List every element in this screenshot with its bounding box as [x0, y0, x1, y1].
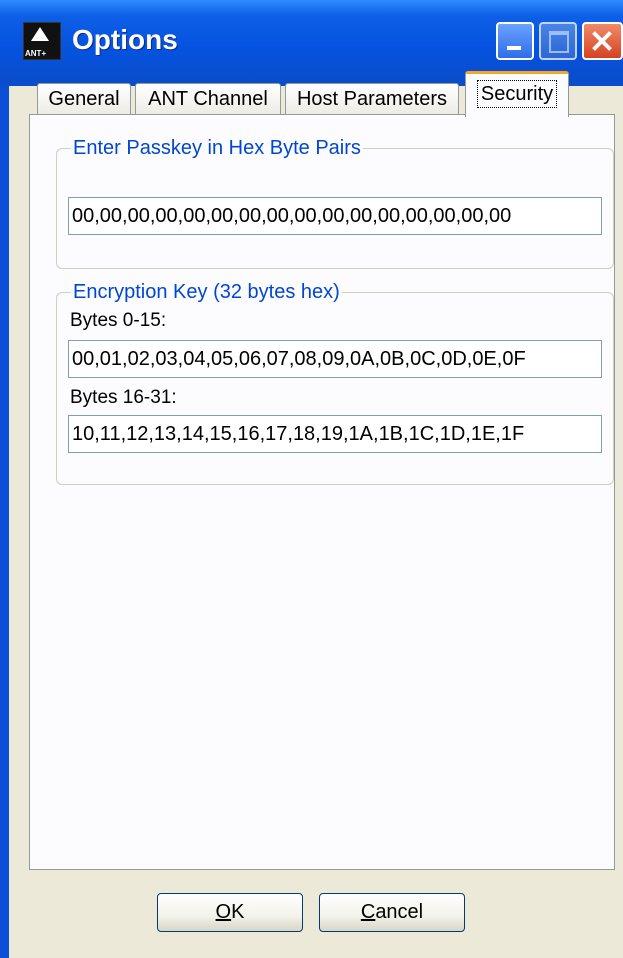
cancel-button[interactable]: Cancel: [319, 893, 465, 932]
ok-mnemonic: O: [215, 901, 232, 923]
cancel-label-rest: ancel: [375, 901, 424, 923]
security-tab-panel: Enter Passkey in Hex Byte Pairs 00,00,00…: [29, 114, 615, 870]
ok-button[interactable]: OK: [157, 893, 303, 932]
bytes-0-15-label: Bytes 0-15:: [70, 310, 167, 331]
tab-host-parameters[interactable]: Host Parameters: [285, 83, 459, 115]
bytes-16-31-label: Bytes 16-31:: [70, 387, 177, 408]
encryption-key-legend: Encryption Key (32 bytes hex): [73, 281, 340, 303]
options-dialog: ANT+ Options General ANT Channel Host Pa…: [0, 0, 623, 958]
bytes-0-15-input[interactable]: 00,01,02,03,04,05,06,07,08,09,0A,0B,0C,0…: [68, 340, 602, 378]
bytes-16-31-input[interactable]: 10,11,12,13,14,15,16,17,18,19,1A,1B,1C,1…: [68, 415, 602, 453]
tab-general[interactable]: General: [37, 83, 131, 115]
cancel-mnemonic: C: [360, 901, 376, 923]
window-title: Options: [72, 24, 178, 55]
tab-security[interactable]: Security: [465, 71, 569, 117]
passkey-input[interactable]: 00,00,00,00,00,00,00,00,00,00,00,00,00,0…: [68, 197, 602, 235]
tab-ant-channel[interactable]: ANT Channel: [135, 83, 281, 115]
ok-label-rest: K: [231, 901, 245, 923]
passkey-legend: Enter Passkey in Hex Byte Pairs: [73, 137, 361, 159]
ant-plus-logo-icon: ANT+: [23, 22, 61, 60]
close-button[interactable]: [582, 22, 623, 60]
minimize-button[interactable]: [496, 22, 534, 60]
maximize-button[interactable]: [539, 22, 577, 60]
tab-security-label: Security: [476, 80, 558, 108]
